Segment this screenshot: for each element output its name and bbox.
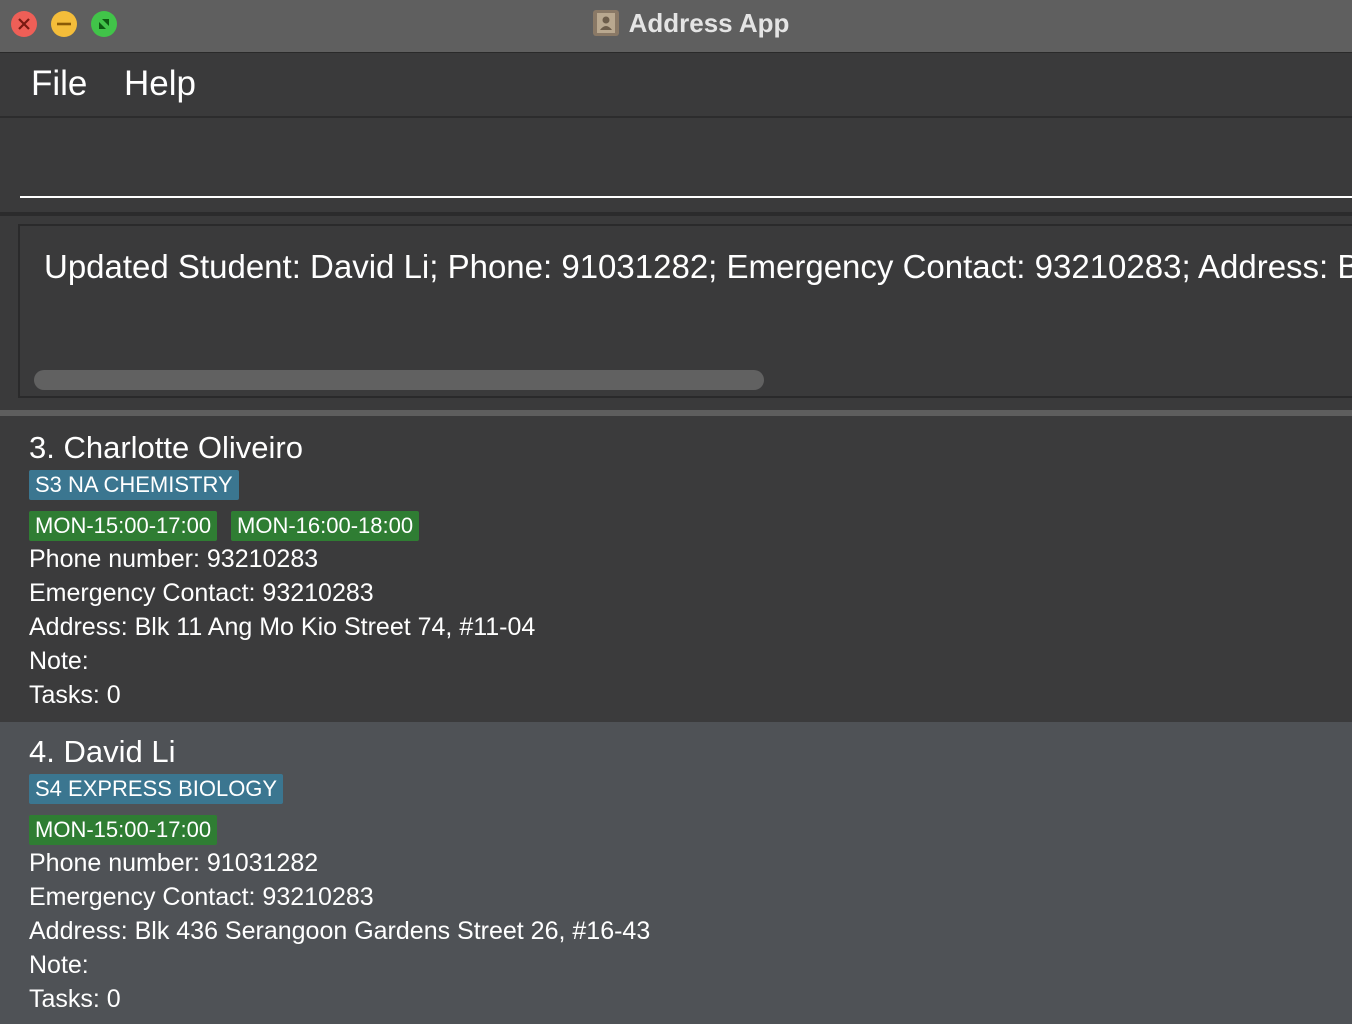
student-list: 3. Charlotte Oliveiro S3 NA CHEMISTRY MO… <box>0 416 1352 1024</box>
student-card-selected[interactable]: 4. David Li S4 EXPRESS BIOLOGY MON-15:00… <box>0 722 1352 1024</box>
title-bar: Address App <box>0 0 1352 53</box>
emergency-contact: Emergency Contact: 93210283 <box>29 579 374 607</box>
menu-help[interactable]: Help <box>124 64 196 104</box>
address: Address: Blk 436 Serangoon Gardens Stree… <box>29 917 651 945</box>
emergency-contact: Emergency Contact: 93210283 <box>29 883 374 911</box>
window-title: Address App <box>628 7 790 38</box>
menu-bar: File Help <box>0 53 1352 118</box>
address: Address: Blk 11 Ang Mo Kio Street 74, #1… <box>29 613 536 641</box>
result-display: Updated Student: David Li; Phone: 910312… <box>0 216 1352 411</box>
result-box[interactable]: Updated Student: David Li; Phone: 910312… <box>18 224 1352 398</box>
horizontal-scrollbar[interactable] <box>34 370 764 390</box>
result-message: Updated Student: David Li; Phone: 910312… <box>44 248 1352 285</box>
window-title-group: Address App <box>0 0 1352 46</box>
student-card[interactable]: 3. Charlotte Oliveiro S3 NA CHEMISTRY MO… <box>0 416 1352 720</box>
note: Note: <box>29 951 89 979</box>
address-book-icon <box>592 10 619 36</box>
note: Note: <box>29 647 89 675</box>
phone-number: Phone number: 93210283 <box>29 545 319 573</box>
app-window: Address App File Help Updated Student: D… <box>0 0 1352 1024</box>
time-tag: MON-15:00-17:00 <box>29 511 218 541</box>
time-tag: MON-16:00-18:00 <box>231 511 420 541</box>
menu-file[interactable]: File <box>31 64 87 104</box>
time-tag: MON-15:00-17:00 <box>29 815 218 845</box>
subject-tag: S3 NA CHEMISTRY <box>29 470 239 500</box>
student-name: 4. David Li <box>29 734 176 769</box>
tasks-count: Tasks: 0 <box>29 681 121 709</box>
phone-number: Phone number: 91031282 <box>29 849 319 877</box>
command-box <box>0 118 1352 213</box>
tasks-count: Tasks: 0 <box>29 985 121 1013</box>
subject-tag: S4 EXPRESS BIOLOGY <box>29 774 284 804</box>
command-input[interactable] <box>20 118 1352 198</box>
student-name: 3. Charlotte Oliveiro <box>29 430 303 465</box>
